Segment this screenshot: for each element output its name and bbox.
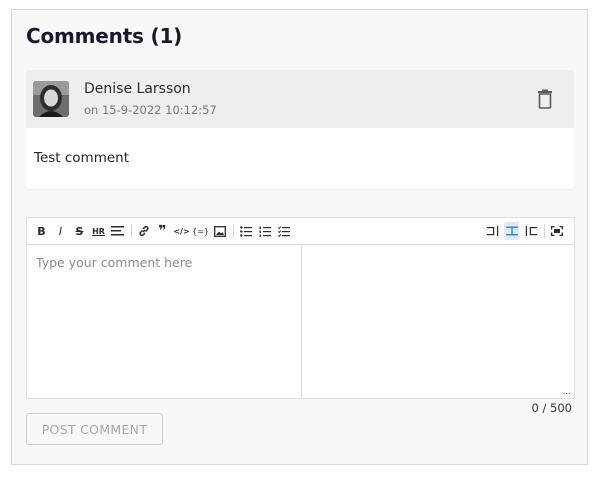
checklist-button[interactable] [276,222,291,240]
italic-button[interactable]: I [53,222,68,240]
comment-card: Denise Larsson on 15-9-2022 10:12:57 Tes… [26,70,574,189]
preview-mode-button[interactable] [523,222,538,240]
editor-panes: Type your comment here ... [27,245,574,398]
code-button[interactable]: </> [173,222,189,240]
image-button[interactable] [212,222,227,240]
split-mode-icon [505,226,518,236]
comments-panel: Comments (1) Denise Larsson on 15-9-2022… [11,9,588,465]
character-counter: 0 / 500 [531,401,572,415]
comment-input[interactable]: Type your comment here [27,245,302,398]
heading-icon [111,226,124,236]
variable-button[interactable]: {=} [192,222,209,240]
comment-placeholder: Type your comment here [36,255,193,270]
bullet-list-icon [239,225,252,237]
horizontal-rule-button[interactable]: HR [91,222,106,240]
markdown-editor: B I S HR ❞ </> {=} Type your comment her… [26,217,575,399]
trash-icon [538,89,552,109]
checklist-icon [277,225,290,237]
split-mode-button[interactable] [504,222,519,240]
edit-mode-button[interactable] [485,222,500,240]
comment-author: Denise Larsson [84,81,191,97]
edit-mode-icon [486,226,498,236]
toolbar-divider [131,224,132,238]
image-icon [213,225,226,237]
resize-handle[interactable]: ... [563,386,571,397]
toolbar-divider [233,224,234,238]
heading-button[interactable] [110,222,125,240]
strikethrough-button[interactable]: S [72,222,87,240]
editor-toolbar: B I S HR ❞ </> {=} [27,218,574,245]
quote-button[interactable]: ❞ [155,222,170,240]
comment-text: Test comment [34,150,130,166]
numbered-list-icon [259,226,271,237]
numbered-list-button[interactable] [257,222,272,240]
delete-comment-button[interactable] [536,89,554,109]
comment-header: Denise Larsson on 15-9-2022 10:12:57 [26,70,574,128]
link-button[interactable] [136,222,151,240]
fullscreen-button[interactable] [549,222,564,240]
fullscreen-icon [550,226,563,236]
link-icon [138,225,149,237]
bold-button[interactable]: B [34,222,49,240]
avatar [33,81,69,117]
comments-title: Comments (1) [26,24,183,48]
toolbar-divider [544,224,545,238]
preview-pane: ... [302,245,574,398]
view-mode-controls [485,222,568,240]
bullet-list-button[interactable] [238,222,253,240]
post-comment-button[interactable]: POST COMMENT [26,413,163,445]
preview-mode-icon [525,226,537,236]
comment-date: on 15-9-2022 10:12:57 [84,103,217,117]
